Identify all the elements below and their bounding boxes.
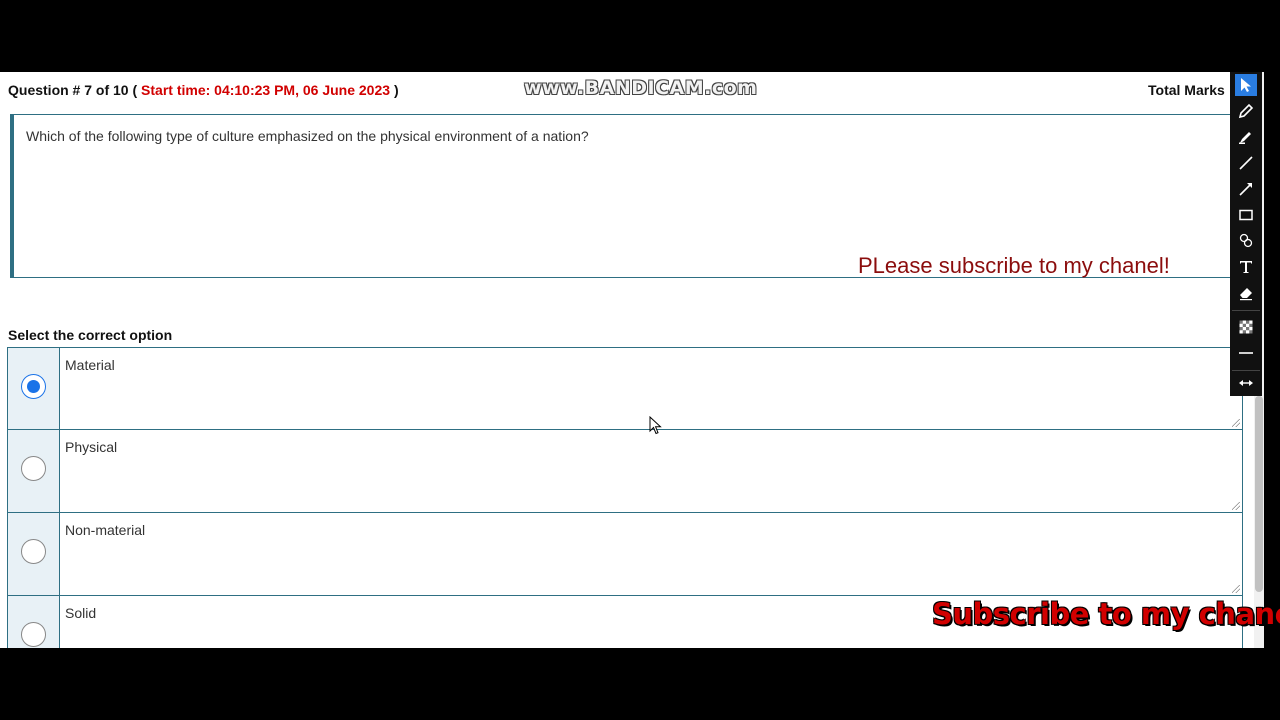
question-header: Question # 7 of 10 ( Start time: 04:10:2… xyxy=(8,82,399,98)
resize-handle-icon[interactable] xyxy=(1232,419,1240,427)
scrollbar-thumb[interactable] xyxy=(1255,396,1263,592)
select-option-label: Select the correct option xyxy=(8,327,173,343)
numbering-icon[interactable] xyxy=(1235,230,1257,252)
radio-button[interactable] xyxy=(21,539,46,564)
radio-cell[interactable] xyxy=(8,348,60,429)
resize-handle-icon[interactable] xyxy=(1232,585,1240,593)
highlighter-icon[interactable] xyxy=(1235,126,1257,148)
radio-cell[interactable] xyxy=(8,513,60,595)
radio-button[interactable] xyxy=(21,622,46,647)
header-close-paren: ) xyxy=(393,82,399,98)
option-non-material[interactable]: Non-material xyxy=(7,513,1243,596)
option-label: Solid xyxy=(65,605,97,621)
text-icon[interactable] xyxy=(1235,256,1257,278)
cursor-arrow-icon[interactable] xyxy=(1235,74,1257,96)
expand-arrows-icon[interactable] xyxy=(1235,372,1257,394)
option-material[interactable]: Material xyxy=(7,347,1243,430)
checkerboard-icon[interactable] xyxy=(1235,316,1257,338)
option-label: Non-material xyxy=(65,522,146,538)
option-physical[interactable]: Physical xyxy=(7,430,1243,513)
minus-icon[interactable] xyxy=(1235,342,1257,364)
drawing-toolbar xyxy=(1230,72,1262,396)
question-text: Which of the following type of culture e… xyxy=(26,128,589,144)
recorder-watermark: www.BANDICAM.com xyxy=(524,77,758,99)
radio-button-selected[interactable] xyxy=(21,374,46,399)
option-label: Physical xyxy=(65,439,118,455)
total-marks: Total Marks xyxy=(1148,82,1225,98)
line-icon[interactable] xyxy=(1235,152,1257,174)
radio-cell[interactable] xyxy=(8,596,60,648)
radio-cell[interactable] xyxy=(8,430,60,512)
question-number: Question # 7 of 10 ( xyxy=(8,82,138,98)
question-box: Which of the following type of culture e… xyxy=(10,114,1232,278)
rectangle-icon[interactable] xyxy=(1235,204,1257,226)
arrow-line-icon[interactable] xyxy=(1235,178,1257,200)
quiz-screen: Question # 7 of 10 ( Start time: 04:10:2… xyxy=(0,72,1264,648)
subscribe-note: PLease subscribe to my chanel! xyxy=(858,253,1170,278)
start-time: Start time: 04:10:23 PM, 06 June 2023 xyxy=(141,82,391,98)
eraser-icon[interactable] xyxy=(1235,282,1257,304)
pencil-icon[interactable] xyxy=(1235,100,1257,122)
toolbar-divider xyxy=(1232,370,1260,371)
subscribe-banner: Subscribe to my chanel xyxy=(932,597,1280,631)
option-label: Material xyxy=(65,357,115,373)
radio-button[interactable] xyxy=(21,456,46,481)
resize-handle-icon[interactable] xyxy=(1232,502,1240,510)
mouse-cursor-icon xyxy=(649,416,662,435)
toolbar-divider xyxy=(1232,310,1260,311)
